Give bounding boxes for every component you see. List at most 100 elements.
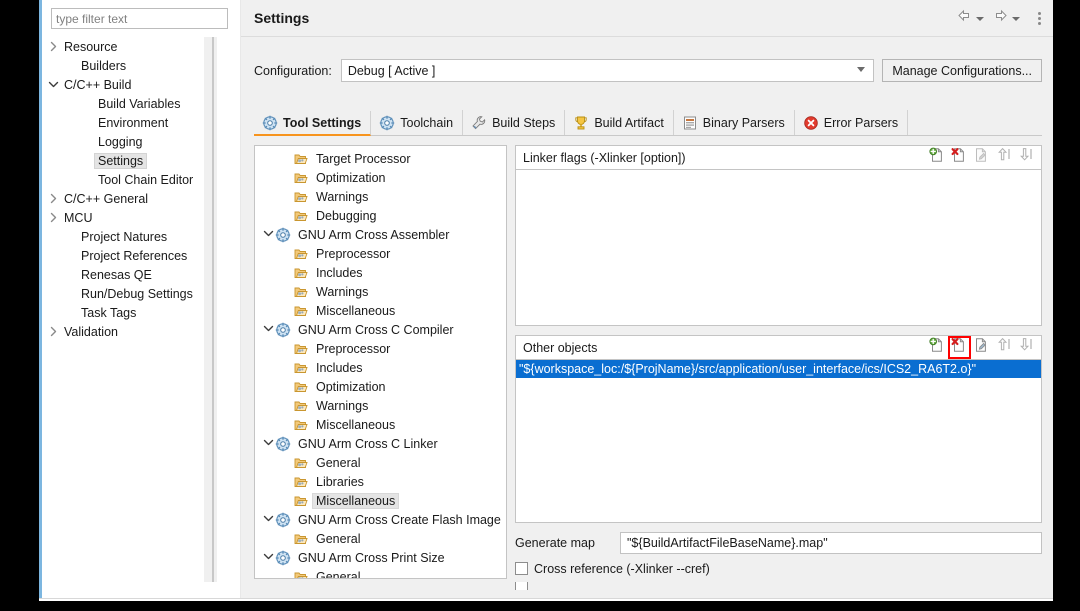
tool-tree-item-label: General (316, 569, 361, 579)
configuration-combo[interactable]: Debug [ Active ] (340, 59, 875, 82)
tool-gear-icon (275, 550, 291, 566)
chevron-down-icon[interactable] (261, 435, 275, 453)
chevron-right-icon[interactable] (46, 39, 61, 54)
tool-options-tree[interactable]: Target Processor Optimization Warnings Debu… (254, 145, 507, 579)
chevron-down-icon (263, 439, 274, 445)
tool-tree-item[interactable]: GNU Arm Cross Create Flash Image (255, 510, 506, 529)
linker-flags-header: Linker flags (-Xlinker [option]) (515, 145, 1042, 169)
back-history-caret-icon[interactable] (976, 17, 984, 21)
filter-wrapper (42, 8, 236, 29)
tool-tree-item[interactable]: Includes (255, 263, 506, 282)
tool-tree-item-label: Optimization (316, 379, 386, 394)
chevron-down-icon[interactable] (261, 511, 275, 529)
generate-map-label: Generate map (515, 536, 595, 550)
cross-reference-label: Cross reference (-Xlinker --cref) (534, 561, 710, 576)
chevron-down-icon (48, 81, 59, 88)
tool-gear-icon (275, 512, 291, 528)
view-menu-icon[interactable] (1035, 10, 1044, 27)
manage-configurations-button[interactable]: Manage Configurations... (882, 59, 1042, 82)
forward-button[interactable] (992, 6, 1026, 30)
delete-linker-flag-button[interactable] (951, 147, 968, 166)
sidebar-item-label: Project References (81, 248, 188, 263)
tool-tree-item-label: GNU Arm Cross Print Size (298, 550, 445, 565)
tool-tree-item[interactable]: Miscellaneous (255, 415, 506, 434)
tool-tree-item[interactable]: GNU Arm Cross C Compiler (255, 320, 506, 339)
tool-tree-item[interactable]: Libraries (255, 472, 506, 491)
tool-tree-item[interactable]: General (255, 453, 506, 472)
tool-tree-item-label: General (316, 455, 361, 470)
tab-binary-parsers[interactable]: Binary Parsers (674, 110, 795, 135)
tool-tree-item[interactable]: Preprocessor (255, 244, 506, 263)
add-linker-flag-button[interactable] (929, 147, 946, 166)
tab-error-parsers[interactable]: Error Parsers (795, 110, 909, 135)
sidebar-scrollbar[interactable] (204, 37, 217, 582)
generate-map-row: Generate map "${BuildArtifactFileBaseNam… (515, 532, 1042, 554)
tool-tree-item-label: GNU Arm Cross Create Flash Image (298, 512, 501, 527)
cross-reference-checkbox[interactable] (515, 562, 528, 575)
page-title: Settings (254, 10, 310, 26)
tab-toolchain[interactable]: Toolchain (371, 110, 464, 135)
linker-flags-list[interactable] (515, 169, 1042, 326)
tab-build-steps[interactable]: Build Steps (463, 110, 566, 135)
generate-map-input[interactable]: "${BuildArtifactFileBaseName}.map" (620, 532, 1042, 554)
chevron-down-icon[interactable] (46, 77, 61, 92)
chevron-down-icon[interactable] (261, 549, 275, 567)
chevron-right-icon[interactable] (46, 324, 61, 339)
tool-tree-item[interactable]: Warnings (255, 396, 506, 415)
tool-tree-item[interactable]: GNU Arm Cross C Linker (255, 434, 506, 453)
twisty-placeholder (63, 248, 78, 263)
tool-tree-item[interactable]: General (255, 567, 506, 579)
tool-tree-item[interactable]: Miscellaneous (255, 491, 506, 510)
add-other-object-button[interactable] (929, 337, 946, 356)
tab-label: Build Artifact (594, 115, 664, 130)
filter-input[interactable] (51, 8, 228, 29)
tab-tool-settings[interactable]: Tool Settings (254, 111, 372, 136)
tool-tree-item[interactable]: Warnings (255, 187, 506, 206)
preferences-tree[interactable]: Resource Builders C/C++ Build Build Variabl… (42, 37, 236, 582)
properties-dialog: Resource Builders C/C++ Build Build Variabl… (39, 0, 1053, 601)
kebab-dot (1038, 21, 1041, 25)
other-objects-header: Other objects (515, 335, 1042, 359)
tool-tree-item[interactable]: Preprocessor (255, 339, 506, 358)
tool-tree-item[interactable]: Debugging (255, 206, 506, 225)
option-folder-icon (293, 417, 309, 433)
chevron-down-icon (263, 553, 274, 559)
list-item[interactable]: "${workspace_loc:/${ProjName}/src/applic… (516, 360, 1041, 378)
tool-tree-item-label: GNU Arm Cross C Compiler (298, 322, 454, 337)
page-nav-icons (956, 6, 1044, 30)
other-objects-list[interactable]: "${workspace_loc:/${ProjName}/src/applic… (515, 359, 1042, 523)
back-button[interactable] (956, 6, 990, 30)
tab-build-artifact[interactable]: Build Artifact (565, 110, 674, 135)
tool-tree-item[interactable]: Miscellaneous (255, 301, 506, 320)
next-option-row-clipped[interactable] (515, 582, 1042, 590)
sidebar-item-label: Tool Chain Editor (98, 172, 194, 187)
sidebar-item-label: Validation (64, 324, 118, 339)
wrench-icon (471, 115, 487, 131)
chevron-right-icon[interactable] (46, 210, 61, 225)
sidebar-scrollbar-thumb[interactable] (212, 37, 214, 582)
sidebar-item-label: Build Variables (98, 96, 181, 111)
tool-tree-item-label: General (316, 531, 361, 546)
cross-reference-row[interactable]: Cross reference (-Xlinker --cref) (515, 558, 1042, 579)
option-folder-icon (293, 360, 309, 376)
next-option-checkbox[interactable] (515, 582, 528, 590)
chevron-down-icon[interactable] (261, 321, 275, 339)
tool-tree-item[interactable]: GNU Arm Cross Assembler (255, 225, 506, 244)
tool-tree-item[interactable]: Optimization (255, 168, 506, 187)
tool-tree-item[interactable]: Warnings (255, 282, 506, 301)
option-folder-icon (293, 341, 309, 357)
sidebar-item-label: C/C++ Build (64, 77, 132, 92)
delete-other-object-button[interactable] (948, 336, 971, 359)
chevron-down-icon[interactable] (261, 226, 275, 244)
edit-other-object-button[interactable] (973, 337, 990, 356)
forward-history-caret-icon[interactable] (1012, 17, 1020, 21)
page-titlebar: Settings (241, 0, 1053, 37)
tool-tree-item[interactable]: Optimization (255, 377, 506, 396)
tool-tree-item[interactable]: Includes (255, 358, 506, 377)
tool-tree-item[interactable]: Target Processor (255, 149, 506, 168)
twisty-placeholder (63, 305, 78, 320)
tool-tree-item[interactable]: General (255, 529, 506, 548)
tool-tree-item[interactable]: GNU Arm Cross Print Size (255, 548, 506, 567)
chevron-right-icon[interactable] (46, 191, 61, 206)
option-folder-icon (293, 265, 309, 281)
